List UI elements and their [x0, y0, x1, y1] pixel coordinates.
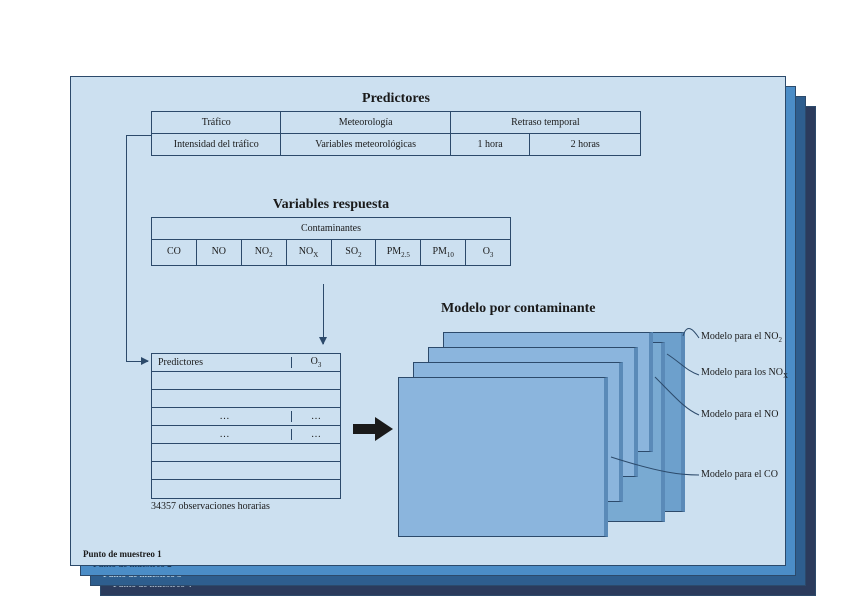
callout-connectors: [71, 77, 787, 567]
callout-nox: Modelo para los NOX: [701, 367, 791, 380]
layer-sampling-point-1: Punto de muestreo 1 Predictores Tráfico …: [70, 76, 786, 566]
callout-no2: Modelo para el NO2: [701, 331, 791, 344]
callout-co: Modelo para el CO: [701, 469, 791, 481]
callout-no: Modelo para el NO: [701, 409, 791, 421]
